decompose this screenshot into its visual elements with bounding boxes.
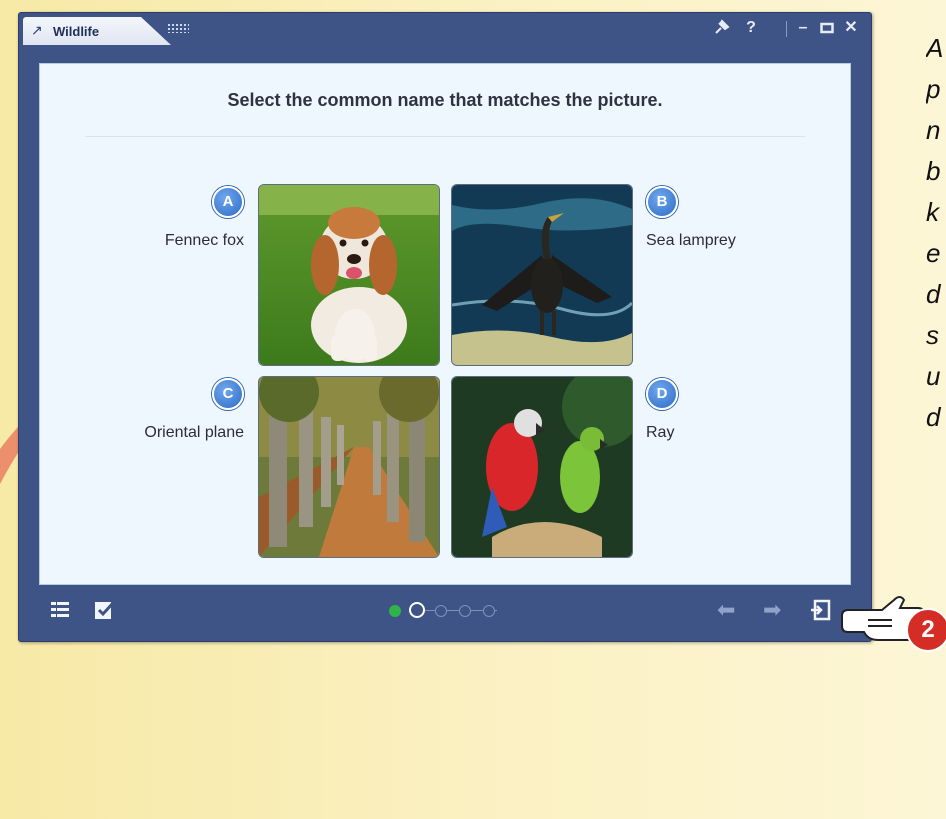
- back-arrow-icon[interactable]: ⬅: [717, 597, 735, 623]
- option-c-photo-tree-avenue[interactable]: [258, 376, 440, 558]
- side-text-line: A: [926, 33, 944, 63]
- list-icon[interactable]: [49, 599, 71, 621]
- window-title: Wildlife: [53, 24, 100, 39]
- option-d-label[interactable]: Ray: [646, 424, 674, 442]
- option-b-label[interactable]: Sea lamprey: [646, 232, 736, 250]
- page-dot-3[interactable]: [435, 605, 447, 617]
- checklist-icon[interactable]: [93, 599, 115, 621]
- window-tab[interactable]: ↗ Wildlife: [23, 17, 171, 45]
- option-a-label[interactable]: Fennec fox: [165, 232, 244, 250]
- titlebar-separator: [786, 21, 787, 37]
- forward-arrow-icon[interactable]: ➡: [763, 597, 781, 623]
- option-d-photo-macaws[interactable]: [451, 376, 633, 558]
- minimize-icon[interactable]: –: [793, 18, 813, 38]
- side-text-line: d: [926, 402, 941, 432]
- pin-icon[interactable]: [711, 18, 733, 42]
- option-b-photo-cormorant[interactable]: [451, 184, 633, 366]
- quiz-panel: Select the common name that matches the …: [39, 63, 851, 585]
- option-c-label[interactable]: Oriental plane: [144, 424, 244, 442]
- maximize-icon[interactable]: [817, 18, 837, 41]
- page-dot-4[interactable]: [459, 605, 471, 617]
- wildlife-window: ↗ Wildlife ? – ✕ Select the common name …: [18, 12, 872, 642]
- option-a-badge[interactable]: A: [212, 186, 244, 218]
- divider: [85, 136, 805, 137]
- close-icon[interactable]: ✕: [841, 18, 861, 38]
- drag-grip-icon[interactable]: [167, 23, 189, 33]
- option-b-badge[interactable]: B: [646, 186, 678, 218]
- page-dot-5[interactable]: [483, 605, 495, 617]
- option-a-photo-dog[interactable]: [258, 184, 440, 366]
- wand-icon: ↗: [31, 22, 43, 38]
- title-bar: ↗ Wildlife ? – ✕: [19, 13, 871, 45]
- side-text-column: A p n b k e d s u d: [926, 28, 946, 438]
- side-text-line: k: [926, 197, 939, 227]
- side-text-line: p: [926, 74, 941, 104]
- side-text-line: b: [926, 156, 941, 186]
- help-icon[interactable]: ?: [741, 18, 761, 38]
- side-text-line: e: [926, 238, 941, 268]
- page-dot-2-current[interactable]: [409, 602, 425, 618]
- page-dot-1[interactable]: [389, 605, 401, 617]
- side-text-line: s: [926, 320, 939, 350]
- step-number-badge: 2: [906, 608, 946, 652]
- submit-icon[interactable]: [809, 599, 831, 621]
- question-text: Select the common name that matches the …: [227, 90, 663, 110]
- side-text-line: n: [926, 115, 941, 145]
- page-indicator: [389, 602, 509, 620]
- option-c-badge[interactable]: C: [212, 378, 244, 410]
- side-text-line: u: [926, 361, 941, 391]
- side-text-line: d: [926, 279, 941, 309]
- option-d-badge[interactable]: D: [646, 378, 678, 410]
